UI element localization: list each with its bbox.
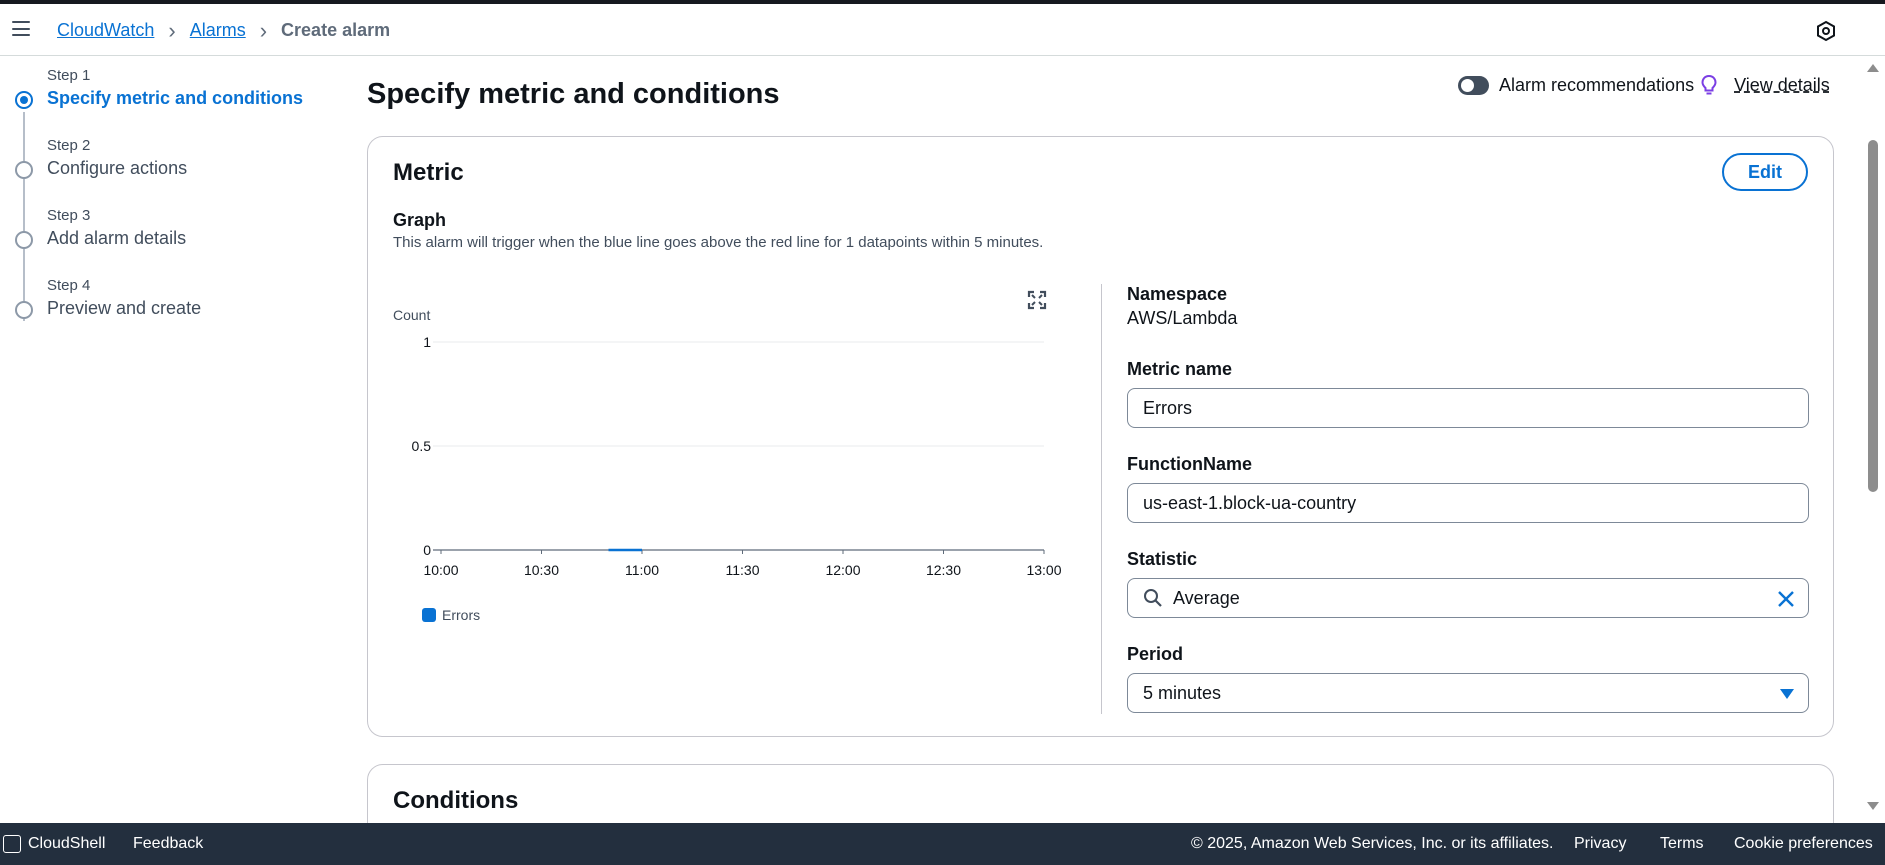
period-select[interactable]: 5 minutes	[1127, 673, 1809, 713]
settings-icon[interactable]	[1815, 20, 1837, 42]
edit-button[interactable]: Edit	[1722, 153, 1808, 191]
function-name-label: FunctionName	[1127, 454, 1253, 474]
chevron-right-icon: ›	[259, 17, 268, 43]
chart-svg: Count 1 0.5 0 10:00 10:30 11:00 11:30 12:00 12:30…	[393, 307, 1062, 623]
page-title: Specify metric and conditions	[367, 78, 780, 110]
y-tick-label: 1	[423, 334, 431, 350]
feedback-link[interactable]: Feedback	[133, 835, 203, 853]
step-number: Step 1	[47, 67, 91, 84]
period-label: Period	[1127, 644, 1184, 664]
metric-chart: Count 1 0.5 0 10:00 10:30 11:00 11:30 12:00 12:30…	[368, 277, 1088, 717]
breadcrumb-current: Create alarm	[281, 20, 391, 40]
cookie-preferences-link[interactable]: Cookie preferences	[1734, 835, 1873, 853]
graph-description: This alarm will trigger when the blue li…	[393, 234, 1044, 251]
view-details-link[interactable]: View details	[1734, 75, 1830, 96]
breadcrumb-cloudwatch[interactable]: CloudWatch	[57, 20, 154, 41]
scroll-down-arrow-icon[interactable]	[1867, 802, 1879, 810]
x-tick-label: 12:00	[825, 562, 860, 578]
step-label: Specify metric and conditions	[47, 88, 304, 108]
metric-name-label: Metric name	[1127, 359, 1233, 379]
legend-swatch	[422, 608, 436, 622]
caret-down-icon	[1780, 689, 1794, 699]
legend-label: Errors	[442, 607, 480, 623]
footer: CloudShell Feedback © 2025, Amazon Web S…	[0, 823, 1885, 865]
step-number: Step 2	[47, 137, 91, 154]
x-tick-label: 11:30	[726, 562, 760, 578]
close-icon[interactable]	[1776, 589, 1796, 609]
period-value: 5 minutes	[1143, 682, 1222, 703]
scrollbar-thumb[interactable]	[1868, 140, 1878, 492]
search-icon	[1144, 589, 1162, 607]
recommendations-toggle[interactable]	[1458, 75, 1489, 95]
step-label: Configure actions	[47, 158, 188, 178]
menu-icon[interactable]	[12, 21, 30, 36]
breadcrumb-alarms[interactable]: Alarms	[190, 20, 246, 41]
graph-heading: Graph	[393, 210, 447, 230]
metric-name-value: Errors	[1143, 397, 1192, 418]
x-tick-label: 10:00	[423, 562, 458, 578]
namespace-label: Namespace	[1127, 284, 1228, 304]
alarm-recommendations: Alarm recommendations View details	[1458, 74, 1830, 96]
expand-icon[interactable]	[1027, 290, 1047, 310]
step-indicator-icon	[15, 91, 33, 109]
y-tick-label: 0	[423, 542, 431, 558]
step-label: Preview and create	[47, 298, 202, 318]
function-name-value: us-east-1.block-ua-country	[1143, 492, 1357, 513]
step-number: Step 3	[47, 207, 91, 224]
step-indicator-icon	[15, 301, 33, 319]
step-number: Step 4	[47, 277, 91, 294]
conditions-card-title: Conditions	[393, 787, 519, 814]
y-axis-label: Count	[393, 307, 430, 323]
lightbulb-icon	[1701, 74, 1717, 95]
step-indicator-icon	[15, 231, 33, 249]
breadcrumb: CloudWatch › Alarms › Create alarm	[57, 17, 391, 43]
statistic-value: Average	[1173, 587, 1240, 608]
terms-link[interactable]: Terms	[1660, 835, 1704, 853]
recommendations-label: Alarm recommendations	[1499, 74, 1695, 95]
step-label: Add alarm details	[47, 228, 187, 248]
namespace-value: AWS/Lambda	[1127, 308, 1238, 328]
privacy-link[interactable]: Privacy	[1574, 835, 1626, 853]
copyright-text: © 2025, Amazon Web Services, Inc. or its…	[1191, 835, 1554, 852]
metric-card-title: Metric	[393, 159, 464, 186]
y-tick-label: 0.5	[412, 438, 432, 454]
x-tick-label: 12:30	[926, 562, 961, 578]
function-name-input[interactable]: us-east-1.block-ua-country	[1127, 483, 1809, 523]
statistic-label: Statistic	[1127, 549, 1198, 569]
step-indicator-icon	[15, 161, 33, 179]
column-divider	[1101, 284, 1102, 714]
x-tick-label: 13:00	[1026, 562, 1061, 578]
cloudshell-icon[interactable]	[3, 835, 21, 853]
scroll-up-arrow-icon[interactable]	[1867, 64, 1879, 72]
metric-name-input[interactable]: Errors	[1127, 388, 1809, 428]
statistic-input[interactable]: Average	[1127, 578, 1809, 618]
metric-card: Metric Edit Graph This alarm will trigge…	[367, 136, 1834, 737]
x-tick-label: 10:30	[524, 562, 559, 578]
top-header: CloudWatch › Alarms › Create alarm	[0, 4, 1885, 56]
x-tick-label: 11:00	[625, 562, 659, 578]
chevron-right-icon: ›	[168, 17, 176, 43]
cloudshell-link[interactable]: CloudShell	[28, 835, 105, 853]
